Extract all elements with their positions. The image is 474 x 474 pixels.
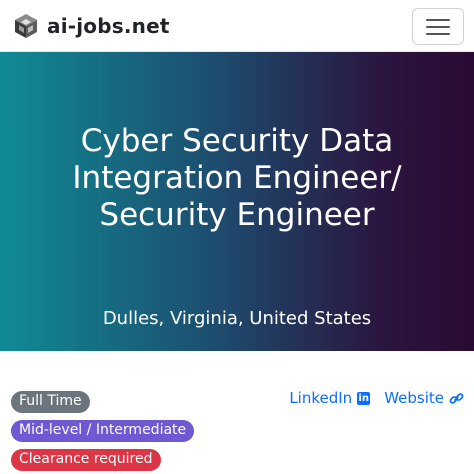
job-hero: Cyber Security Data Integration Engineer… (0, 52, 474, 351)
job-links: LinkedIn in Website (275, 389, 464, 407)
cube-logo-icon (15, 14, 37, 38)
website-label: Website (384, 389, 444, 407)
experience-level-badge: Mid-level / Intermediate (11, 420, 195, 442)
link-icon (449, 392, 464, 404)
brand-name: ai-jobs.net (47, 14, 170, 38)
linkedin-icon: in (357, 391, 371, 405)
job-location: Dulles, Virginia, United States (102, 308, 372, 329)
navbar: ai-jobs.net (0, 0, 474, 52)
job-title: Cyber Security Data Integration Engineer… (72, 123, 402, 233)
hamburger-menu-icon (426, 18, 450, 36)
brand-link[interactable]: ai-jobs.net (12, 12, 170, 40)
clearance-badge: Clearance required (11, 449, 161, 471)
website-link[interactable]: Website (384, 389, 464, 407)
linkedin-link[interactable]: LinkedIn in (289, 389, 371, 407)
menu-toggle-button[interactable] (412, 8, 464, 45)
linkedin-label: LinkedIn (289, 389, 353, 407)
employment-type-badge: Full Time (11, 391, 90, 413)
